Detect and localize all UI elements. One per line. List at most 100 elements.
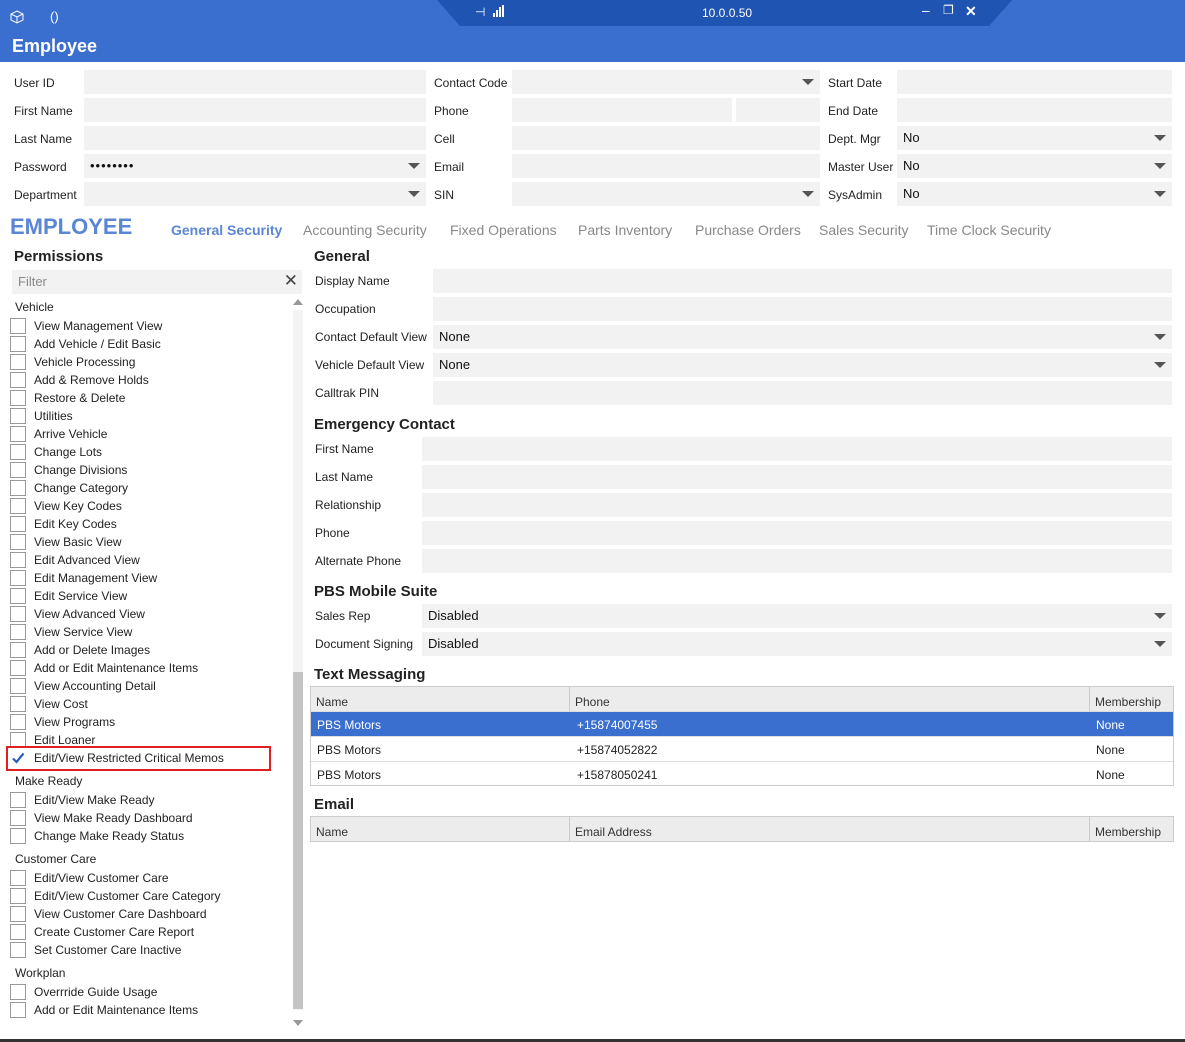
first-name-field[interactable] (84, 98, 426, 122)
permission-checkbox[interactable] (10, 810, 26, 826)
permission-item[interactable]: View Accounting Detail (10, 678, 270, 696)
tab-sales-security[interactable]: Sales Security (819, 222, 908, 238)
chevron-down-icon[interactable] (1154, 334, 1166, 340)
permission-item[interactable]: Change Divisions (10, 462, 270, 480)
permission-checkbox[interactable] (10, 660, 26, 676)
permission-item[interactable]: View Customer Care Dashboard (10, 906, 270, 924)
permission-checkbox[interactable] (10, 372, 26, 388)
start-date-field[interactable] (897, 70, 1172, 94)
permission-checkbox[interactable] (10, 792, 26, 808)
close-icon[interactable]: ✕ (965, 3, 977, 20)
permission-checkbox[interactable] (10, 888, 26, 904)
tab-accounting-security[interactable]: Accounting Security (303, 222, 427, 238)
permission-item[interactable]: Utilities (10, 408, 270, 426)
display-name-field[interactable] (433, 269, 1172, 293)
permission-item[interactable]: View Programs (10, 714, 270, 732)
permission-checkbox[interactable] (10, 552, 26, 568)
emergency-first-name-field[interactable] (422, 437, 1172, 461)
permission-checkbox[interactable] (10, 444, 26, 460)
permission-checkbox[interactable] (10, 606, 26, 622)
column-header-name[interactable]: Name (311, 687, 570, 711)
column-header-email-address[interactable]: Email Address (570, 817, 1090, 841)
table-row[interactable]: PBS Motors +15874052822 None (311, 736, 1173, 761)
contact-code-select[interactable] (512, 70, 820, 94)
permission-checkbox[interactable] (10, 336, 26, 352)
column-header-membership[interactable]: Membership (1090, 687, 1173, 711)
tab-general-security[interactable]: General Security (171, 222, 282, 238)
permission-item[interactable]: Edit Key Codes (10, 516, 270, 534)
sysadmin-select[interactable]: No (897, 182, 1172, 206)
sin-select[interactable] (512, 182, 820, 206)
restore-icon[interactable]: ❐ (943, 3, 954, 17)
filter-input[interactable]: Filter ✕ (12, 270, 302, 294)
calltrak-pin-field[interactable] (433, 381, 1172, 405)
dept-mgr-select[interactable]: No (897, 126, 1172, 150)
permission-item[interactable]: Change Category (10, 480, 270, 498)
permission-checkbox[interactable] (10, 942, 26, 958)
column-header-phone[interactable]: Phone (570, 687, 1090, 711)
alternate-phone-field[interactable] (422, 549, 1172, 573)
tab-parts-inventory[interactable]: Parts Inventory (578, 222, 672, 238)
permission-item[interactable]: Edit Advanced View (10, 552, 270, 570)
permission-item[interactable]: Restore & Delete (10, 390, 270, 408)
permission-checkbox[interactable] (10, 498, 26, 514)
permission-item[interactable]: View Cost (10, 696, 270, 714)
tab-purchase-orders[interactable]: Purchase Orders (695, 222, 801, 238)
permission-checkbox[interactable] (10, 924, 26, 940)
pin-icon[interactable]: ⊣ (475, 5, 485, 19)
permission-checkbox[interactable] (10, 906, 26, 922)
emergency-last-name-field[interactable] (422, 465, 1172, 489)
permission-item[interactable]: View Key Codes (10, 498, 270, 516)
permission-item[interactable]: Edit/View Customer Care Category (10, 888, 270, 906)
permission-item[interactable]: Add & Remove Holds (10, 372, 270, 390)
permission-item[interactable]: Edit/View Make Ready (10, 792, 270, 810)
permission-checkbox[interactable] (10, 714, 26, 730)
permission-item[interactable]: View Service View (10, 624, 270, 642)
emergency-phone-field[interactable] (422, 521, 1172, 545)
permission-item[interactable]: Vehicle Processing (10, 354, 270, 372)
chevron-down-icon[interactable] (802, 191, 814, 197)
permission-checkbox[interactable] (10, 390, 26, 406)
clear-filter-icon[interactable]: ✕ (284, 271, 298, 291)
scroll-up-icon[interactable] (293, 299, 303, 305)
tab-fixed-operations[interactable]: Fixed Operations (450, 222, 557, 238)
email-field[interactable] (512, 154, 820, 178)
phone-ext-field[interactable] (736, 98, 820, 122)
permission-checkbox[interactable] (10, 354, 26, 370)
scroll-down-icon[interactable] (293, 1020, 303, 1026)
user-id-field[interactable] (84, 70, 426, 94)
phone-field[interactable] (512, 98, 732, 122)
table-row[interactable]: PBS Motors +15874007455 None (311, 711, 1173, 736)
permission-item[interactable]: Edit Service View (10, 588, 270, 606)
permission-item[interactable]: Edit Management View (10, 570, 270, 588)
permission-checkbox[interactable] (10, 678, 26, 694)
permission-checkbox[interactable] (10, 870, 26, 886)
permission-item[interactable]: Change Lots (10, 444, 270, 462)
permission-item[interactable]: View Management View (10, 318, 270, 336)
permission-item[interactable]: Create Customer Care Report (10, 924, 270, 942)
permission-checkbox[interactable] (10, 1002, 26, 1018)
permission-checkbox[interactable] (10, 588, 26, 604)
permission-checkbox[interactable] (10, 624, 26, 640)
chevron-down-icon[interactable] (1154, 362, 1166, 368)
permission-checkbox[interactable] (10, 696, 26, 712)
permission-item[interactable]: View Make Ready Dashboard (10, 810, 270, 828)
cell-field[interactable] (512, 126, 820, 150)
chevron-down-icon[interactable] (802, 79, 814, 85)
permission-item[interactable]: Add or Edit Maintenance Items (10, 1002, 270, 1020)
permission-item[interactable]: View Advanced View (10, 606, 270, 624)
permission-checkbox[interactable] (10, 462, 26, 478)
permission-checkbox[interactable] (10, 516, 26, 532)
chevron-down-icon[interactable] (1154, 641, 1166, 647)
chevron-down-icon[interactable] (1154, 135, 1166, 141)
last-name-field[interactable] (84, 126, 426, 150)
table-row[interactable]: PBS Motors +15878050241 None (311, 761, 1173, 786)
contact-default-view-select[interactable]: None (433, 325, 1172, 349)
minimize-icon[interactable]: – (922, 2, 930, 18)
permission-checkbox[interactable] (10, 534, 26, 550)
permission-checkbox[interactable] (10, 426, 26, 442)
tab-time-clock-security[interactable]: Time Clock Security (927, 222, 1051, 238)
chevron-down-icon[interactable] (1154, 191, 1166, 197)
permission-checkbox[interactable] (10, 984, 26, 1000)
permission-item[interactable]: Add or Edit Maintenance Items (10, 660, 270, 678)
